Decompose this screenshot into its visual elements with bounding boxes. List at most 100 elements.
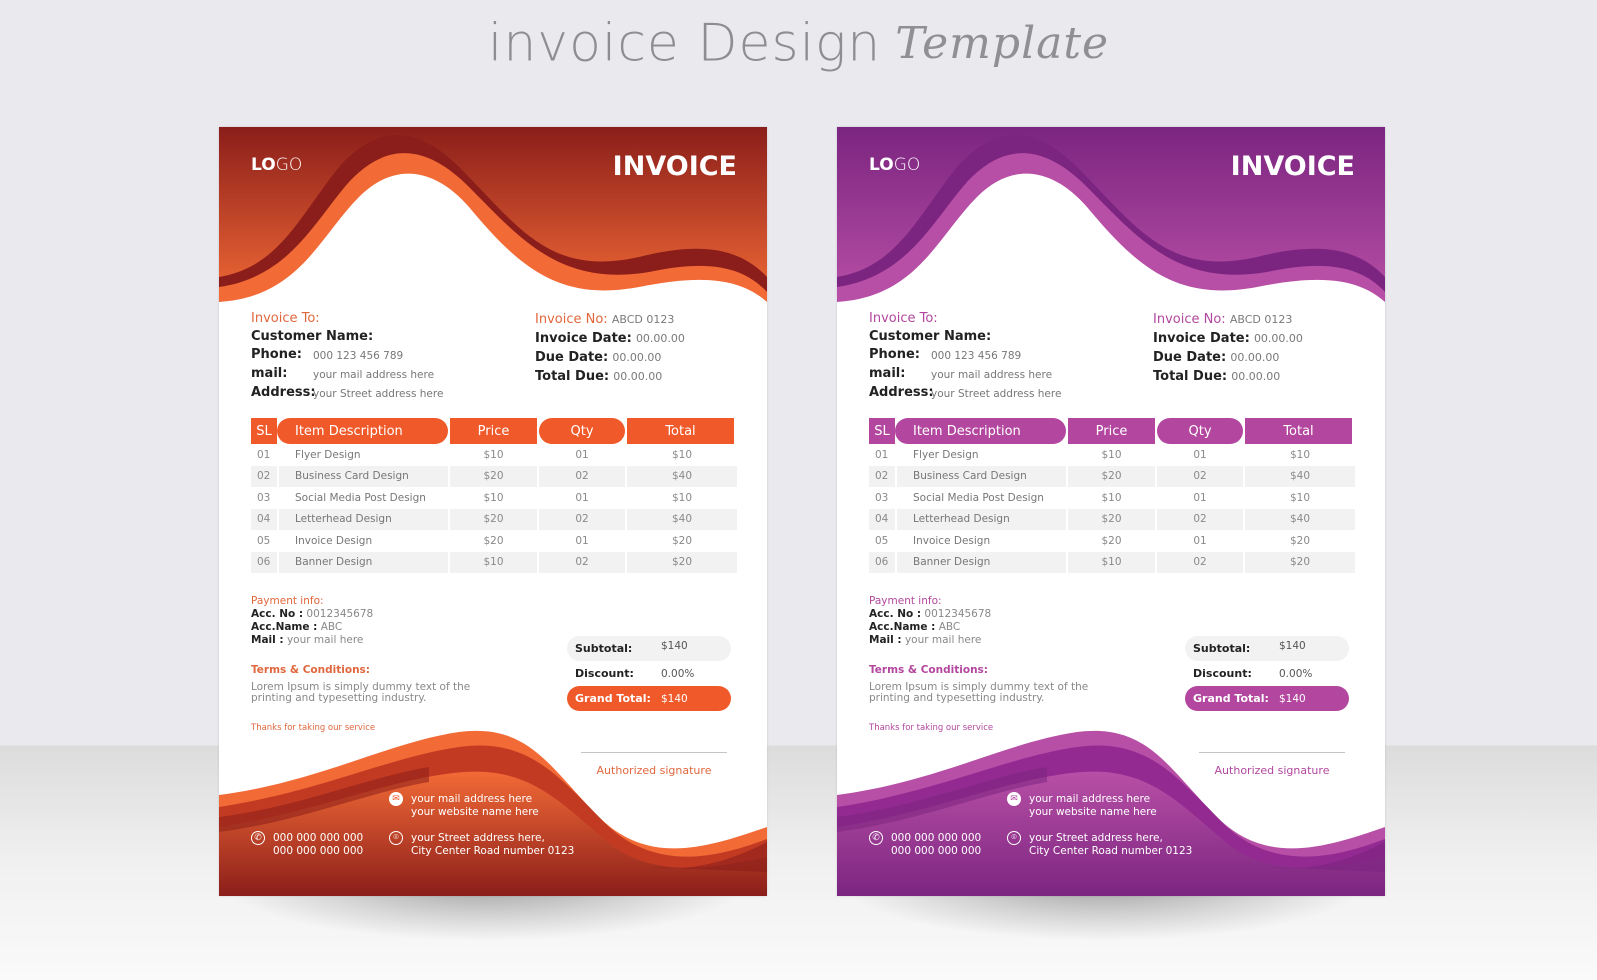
- cell-sl: 05: [251, 530, 279, 552]
- customer-name-row: Customer Name:: [869, 328, 1061, 346]
- cell-total: $10: [1289, 448, 1311, 461]
- phone-icon: ✆: [869, 831, 883, 845]
- cell-description: Business Card Design: [897, 465, 1068, 487]
- due-date-value: 00.00.00: [1230, 351, 1280, 364]
- subtotal-value: $140: [661, 639, 688, 652]
- cell-total: $10: [671, 448, 693, 461]
- phone-row: Phone: 000 123 456 789: [869, 346, 1061, 365]
- address-label: Address:: [251, 385, 316, 400]
- invoice-date-row: Invoice Date: 00.00.00: [535, 329, 685, 348]
- terms: Terms & Conditions: Lorem Ipsum is simpl…: [869, 664, 1099, 704]
- footer-address1: your Street address here,: [1029, 832, 1163, 844]
- terms: Terms & Conditions: Lorem Ipsum is simpl…: [251, 664, 481, 704]
- header-sl: SL: [869, 418, 895, 444]
- cell-price: $20: [1068, 465, 1157, 487]
- signature-label: Authorized signature: [596, 764, 712, 777]
- cell-qty: 01: [1157, 487, 1245, 509]
- invoice-card-purple: LOGO INVOICE Invoice To: Customer Name: …: [837, 127, 1385, 896]
- bill-to-header: Invoice To:: [869, 311, 938, 326]
- cell-sl: 04: [251, 508, 279, 530]
- footer-phone2: 000 000 000 000: [273, 844, 364, 857]
- cell-sl: 06: [251, 551, 279, 573]
- cell-sl: 03: [869, 487, 897, 509]
- phone-value: 000 123 456 789: [313, 350, 404, 362]
- payment-info: Payment info: Acc. No : 0012345678 Acc.N…: [869, 595, 991, 647]
- cell-price: $20: [450, 465, 539, 487]
- mail-icon: ✉: [389, 792, 403, 806]
- discount-value: 0.00%: [1279, 667, 1313, 680]
- cell-qty: 02: [1157, 551, 1245, 573]
- acc-name-row: Acc.Name : ABC: [869, 621, 991, 634]
- footer-address2: City Center Road number 0123: [411, 844, 575, 857]
- items-table: SL Item Description Price Qty Total 01 Fl…: [869, 418, 1355, 573]
- acc-name-label: Acc.Name :: [869, 621, 936, 633]
- invoice-no-value: ABCD 0123: [611, 313, 675, 326]
- invoice-no-label: Invoice No:: [535, 312, 608, 327]
- table-row: 03 Social Media Post Design $10 01 $10: [251, 487, 737, 509]
- acc-no-label: Acc. No :: [251, 608, 304, 620]
- total-due-label: Total Due:: [1153, 369, 1228, 384]
- table-body: 01 Flyer Design $10 01 $10 02 Business Card De…: [251, 444, 737, 573]
- terms-body: Lorem Ipsum is simply dummy text of the …: [869, 681, 1089, 704]
- cell-price: $20: [1068, 508, 1157, 530]
- cell-total: $20: [671, 556, 693, 569]
- bill-to: Invoice To: Customer Name: Phone: 000 123…: [251, 310, 443, 403]
- invoice-card-orange: LOGO INVOICE Invoice To: Customer Name: …: [219, 127, 767, 896]
- address-value: your Street address here: [931, 388, 1062, 400]
- cell-price: $10: [450, 487, 539, 509]
- discount-label: Discount:: [575, 667, 634, 680]
- subtotal-row: Subtotal: $140: [1185, 636, 1349, 661]
- acc-name-row: Acc.Name : ABC: [251, 621, 373, 634]
- discount-label: Discount:: [1193, 667, 1252, 680]
- invoice-meta: Invoice No: ABCD 0123 Invoice Date: 00.0…: [1153, 310, 1303, 386]
- cell-price: $10: [450, 551, 539, 573]
- mail-value: your mail address here: [931, 369, 1053, 381]
- cell-qty: 01: [1157, 530, 1245, 552]
- cell-description: Invoice Design: [897, 530, 1068, 552]
- cell-qty: 01: [539, 444, 627, 466]
- invoice-date-value: 00.00.00: [1253, 332, 1303, 345]
- logo-light: GO: [893, 155, 921, 175]
- cell-total: $40: [671, 470, 693, 483]
- cell-qty: 01: [539, 487, 627, 509]
- cell-sl: 02: [869, 465, 897, 487]
- terms-header: Terms & Conditions:: [251, 664, 370, 676]
- pay-mail-value: your mail here: [904, 634, 982, 646]
- cell-description: Flyer Design: [279, 444, 450, 466]
- header-total: Total: [627, 418, 734, 444]
- customer-name-row: Customer Name:: [251, 328, 443, 346]
- acc-no-row: Acc. No : 0012345678: [869, 608, 991, 621]
- mail-value: your mail address here: [313, 369, 435, 381]
- invoice-date-label: Invoice Date:: [1153, 331, 1250, 346]
- due-date-label: Due Date:: [1153, 350, 1227, 365]
- invoice-title: INVOICE: [1230, 151, 1355, 182]
- total-due-value: 00.00.00: [1231, 370, 1281, 383]
- phone-icon: ✆: [251, 831, 265, 845]
- cell-sl: 06: [869, 551, 897, 573]
- payment-info: Payment info: Acc. No : 0012345678 Acc.N…: [251, 595, 373, 647]
- total-due-row: Total Due: 00.00.00: [535, 367, 685, 386]
- signature-line: [1199, 752, 1345, 753]
- page-title: invoice Design Template: [0, 10, 1597, 73]
- grand-total-value: $140: [1279, 692, 1306, 705]
- page-title-main: invoice Design: [487, 13, 882, 74]
- totals: Subtotal: $140 Discount: 0.00% Grand Total…: [567, 636, 731, 711]
- footer-mail-value: your mail address here: [411, 793, 533, 805]
- footer-phone1: 000 000 000 000: [891, 832, 982, 844]
- header-sl: SL: [251, 418, 277, 444]
- cell-total: $20: [1289, 556, 1311, 569]
- footer-website-value: your website name here: [411, 805, 539, 818]
- header-price: Price: [1068, 418, 1155, 444]
- pay-mail-row: Mail : your mail here: [251, 634, 373, 647]
- location-pin-icon: ⌾: [389, 831, 403, 845]
- cell-qty: 01: [539, 530, 627, 552]
- total-due-value: 00.00.00: [613, 370, 663, 383]
- subtotal-value: $140: [1279, 639, 1306, 652]
- table-row: 06 Banner Design $10 02 $20: [251, 551, 737, 573]
- terms-header: Terms & Conditions:: [869, 664, 988, 676]
- logo-bold: LO: [869, 155, 894, 175]
- mail-label: mail:: [869, 366, 906, 381]
- grand-total-row: Grand Total: $140: [1185, 686, 1349, 711]
- invoice-no-value: ABCD 0123: [1229, 313, 1293, 326]
- cell-total: $20: [671, 534, 693, 547]
